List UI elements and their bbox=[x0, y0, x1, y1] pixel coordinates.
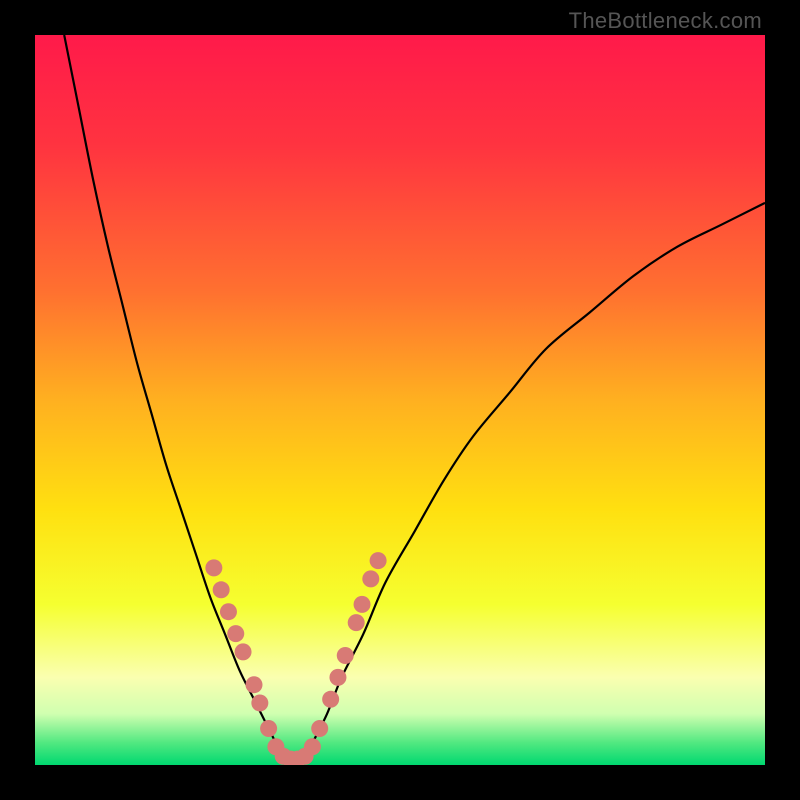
data-marker bbox=[213, 581, 230, 598]
plot-area bbox=[35, 35, 765, 765]
data-marker bbox=[348, 614, 365, 631]
chart-frame: TheBottleneck.com bbox=[0, 0, 800, 800]
data-marker bbox=[235, 643, 252, 660]
data-marker bbox=[337, 647, 354, 664]
watermark-text: TheBottleneck.com bbox=[569, 8, 762, 34]
data-marker bbox=[354, 596, 371, 613]
data-marker bbox=[246, 676, 263, 693]
data-marker bbox=[362, 570, 379, 587]
data-marker bbox=[227, 625, 244, 642]
data-marker bbox=[322, 691, 339, 708]
data-marker bbox=[260, 720, 277, 737]
data-marker bbox=[329, 669, 346, 686]
data-marker bbox=[304, 738, 321, 755]
gradient-background bbox=[35, 35, 765, 765]
data-marker bbox=[205, 559, 222, 576]
data-marker bbox=[220, 603, 237, 620]
data-marker bbox=[370, 552, 387, 569]
data-marker bbox=[251, 694, 268, 711]
chart-svg bbox=[35, 35, 765, 765]
data-marker bbox=[311, 720, 328, 737]
